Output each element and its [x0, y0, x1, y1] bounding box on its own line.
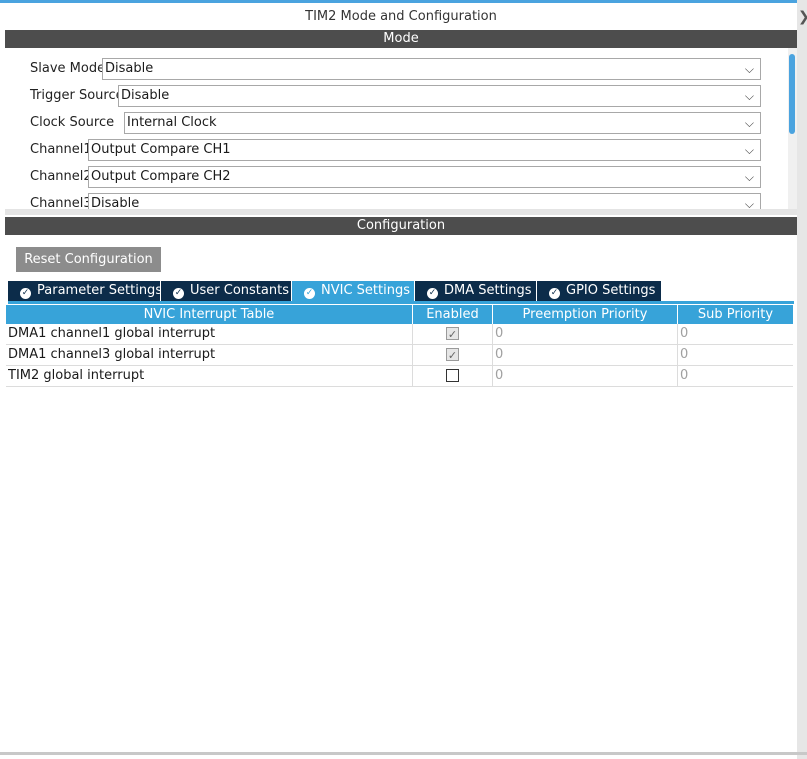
chevron-right-icon[interactable]: ❯ — [798, 8, 807, 26]
enabled-checkbox[interactable]: ✓ — [446, 348, 459, 362]
column-header-sub-priority[interactable]: Sub Priority — [678, 305, 793, 324]
trigger-source-row: Trigger Source Disable ⌵ — [30, 85, 788, 107]
right-edge-strip — [797, 0, 807, 759]
channel3-label: Channel3 — [30, 196, 92, 209]
configuration-section-header: Configuration — [5, 217, 797, 235]
checkmark-icon: ✓ — [447, 349, 458, 362]
chevron-down-icon: ⌵ — [744, 116, 754, 130]
channel1-select[interactable]: Output Compare CH1 ⌵ — [88, 139, 761, 161]
enabled-checkbox[interactable] — [446, 369, 459, 382]
panel-splitter[interactable] — [5, 209, 797, 215]
sub-priority-value[interactable]: 0 — [677, 345, 794, 365]
tab-dma-settings[interactable]: ✓ DMA Settings — [415, 281, 536, 301]
chevron-down-icon: ⌵ — [744, 170, 754, 184]
slave-mode-select[interactable]: Disable ⌵ — [102, 58, 761, 80]
mode-scrollbar-thumb[interactable] — [789, 54, 795, 134]
tab-gpio-settings[interactable]: ✓ GPIO Settings — [537, 281, 661, 301]
enabled-checkbox[interactable]: ✓ — [446, 327, 459, 341]
chevron-down-icon: ⌵ — [744, 143, 754, 157]
table-row[interactable]: DMA1 channel3 global interrupt ✓ 0 0 — [6, 345, 793, 366]
slave-mode-value: Disable — [105, 61, 154, 76]
tab-label: User Constants — [190, 283, 289, 298]
table-row[interactable]: DMA1 channel1 global interrupt ✓ 0 0 — [6, 324, 793, 345]
chevron-down-icon: ⌵ — [744, 62, 754, 76]
preemption-priority-value[interactable]: 0 — [492, 366, 678, 386]
reset-configuration-button[interactable]: Reset Configuration — [16, 247, 161, 272]
interrupt-name: TIM2 global interrupt — [8, 368, 145, 383]
tab-nvic-settings[interactable]: ✓ NVIC Settings — [292, 281, 414, 301]
table-row[interactable]: TIM2 global interrupt 0 0 — [6, 366, 793, 387]
channel3-row: Channel3 Disable ⌵ — [30, 193, 788, 209]
tab-label: NVIC Settings — [321, 283, 410, 298]
channel1-label: Channel1 — [30, 142, 92, 157]
column-header-preemption-priority[interactable]: Preemption Priority — [493, 305, 677, 324]
clock-source-label: Clock Source — [30, 115, 115, 130]
clock-source-value: Internal Clock — [127, 115, 217, 130]
column-header-interrupt[interactable]: NVIC Interrupt Table — [6, 305, 412, 324]
check-circle-icon: ✓ — [173, 288, 184, 299]
mode-scrollbar[interactable] — [788, 48, 797, 209]
preemption-priority-value[interactable]: 0 — [492, 345, 678, 365]
channel2-select[interactable]: Output Compare CH2 ⌵ — [88, 166, 761, 188]
channel2-value: Output Compare CH2 — [91, 169, 231, 184]
tab-label: Parameter Settings — [37, 283, 163, 298]
chevron-down-icon: ⌵ — [744, 197, 754, 209]
channel2-label: Channel2 — [30, 169, 92, 184]
clock-source-select[interactable]: Internal Clock ⌵ — [124, 112, 761, 134]
tab-label: DMA Settings — [444, 283, 532, 298]
channel2-row: Channel2 Output Compare CH2 ⌵ — [30, 166, 788, 188]
enabled-cell — [412, 366, 493, 386]
page-title: TIM2 Mode and Configuration — [5, 6, 797, 28]
preemption-priority-value[interactable]: 0 — [492, 324, 678, 344]
column-header-enabled[interactable]: Enabled — [413, 305, 492, 324]
mode-panel: Slave Mode Disable ⌵ Trigger Source Disa… — [5, 48, 788, 209]
interrupt-name: DMA1 channel3 global interrupt — [8, 347, 216, 362]
chevron-down-icon: ⌵ — [744, 89, 754, 103]
enabled-cell: ✓ — [412, 345, 493, 365]
check-circle-icon: ✓ — [549, 288, 560, 299]
checkmark-icon: ✓ — [447, 328, 458, 341]
tab-user-constants[interactable]: ✓ User Constants — [161, 281, 291, 301]
window-bottom-border — [0, 752, 807, 755]
channel1-row: Channel1 Output Compare CH1 ⌵ — [30, 139, 788, 161]
check-circle-icon: ✓ — [427, 288, 438, 299]
tab-underline — [8, 301, 794, 304]
slave-mode-row: Slave Mode Disable ⌵ — [30, 58, 788, 80]
mode-section-header: Mode — [5, 30, 797, 48]
tab-label: GPIO Settings — [566, 283, 656, 298]
enabled-cell: ✓ — [412, 324, 493, 344]
window-top-border — [0, 0, 807, 3]
channel1-value: Output Compare CH1 — [91, 142, 231, 157]
slave-mode-label: Slave Mode — [30, 61, 106, 76]
channel3-value: Disable — [91, 196, 140, 209]
trigger-source-select[interactable]: Disable ⌵ — [118, 85, 761, 107]
tab-parameter-settings[interactable]: ✓ Parameter Settings — [8, 281, 163, 301]
check-circle-icon: ✓ — [20, 288, 31, 299]
sub-priority-value[interactable]: 0 — [677, 366, 794, 386]
clock-source-row: Clock Source Internal Clock ⌵ — [30, 112, 788, 134]
check-circle-icon: ✓ — [304, 288, 315, 299]
interrupt-name: DMA1 channel1 global interrupt — [8, 326, 216, 341]
channel3-select[interactable]: Disable ⌵ — [88, 193, 761, 209]
trigger-source-value: Disable — [121, 88, 170, 103]
sub-priority-value[interactable]: 0 — [677, 324, 794, 344]
trigger-source-label: Trigger Source — [30, 88, 124, 103]
